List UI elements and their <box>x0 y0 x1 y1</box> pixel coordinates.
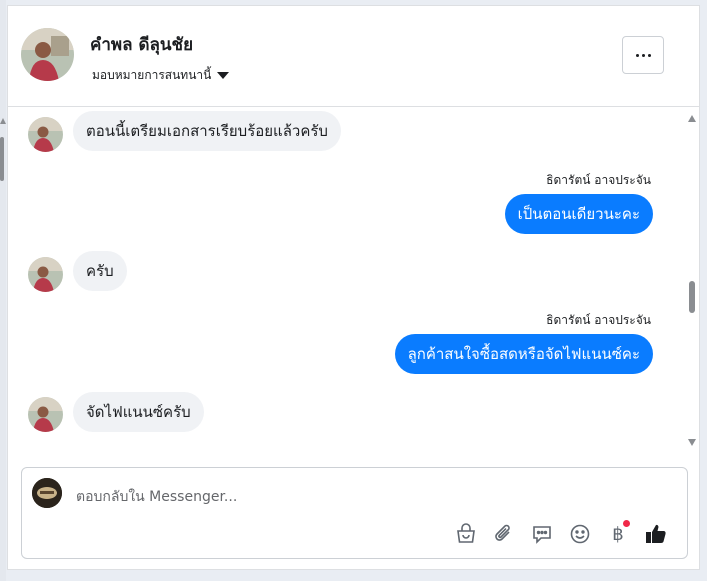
assign-label: มอบหมายการสนทนานี้ <box>92 68 212 82</box>
reply-composer[interactable]: ตอบกลับใน Messenger... ฿ <box>21 467 688 559</box>
thread-scrollbar[interactable] <box>685 107 699 455</box>
more-dots-icon <box>635 53 639 57</box>
caret-down-icon <box>217 72 230 79</box>
scroll-up-arrow[interactable] <box>688 115 696 122</box>
contact-name: คำพล ดีลุนชัย <box>90 35 194 55</box>
contact-avatar-small <box>28 257 63 292</box>
incoming-message: ครับ <box>73 251 127 291</box>
page-avatar <box>32 478 62 508</box>
outgoing-message: ลูกค้าสนใจซื้อสดหรือจัดไฟแนนซ์คะ <box>394 334 653 374</box>
shop-icon[interactable] <box>452 520 480 548</box>
reply-input[interactable]: ตอบกลับใน Messenger... <box>76 486 237 508</box>
incoming-message: จัดไฟแนนซ์ครับ <box>73 392 204 432</box>
baht-payment-icon[interactable]: ฿ <box>604 520 632 548</box>
sender-name: ธิดารัตน์ อาจประจัน <box>546 173 651 187</box>
contact-avatar[interactable] <box>21 28 74 81</box>
notification-dot <box>623 520 630 527</box>
outer-scroll-thumb[interactable] <box>0 137 4 181</box>
outgoing-message: เป็นตอนเดียวนะคะ <box>504 194 653 234</box>
composer-toolbar: ฿ <box>452 520 670 548</box>
contact-avatar-small <box>28 397 63 432</box>
like-icon[interactable] <box>642 520 670 548</box>
scroll-down-arrow[interactable] <box>688 439 696 446</box>
attachment-icon[interactable] <box>490 520 518 548</box>
sender-name: ธิดารัตน์ อาจประจัน <box>546 313 651 327</box>
conversation-panel: คำพล ดีลุนชัย มอบหมายการสนทนานี้ ตอนนี้เ… <box>7 5 700 570</box>
more-options-button[interactable] <box>622 36 664 74</box>
saved-reply-icon[interactable] <box>528 520 556 548</box>
contact-avatar-small <box>28 117 63 152</box>
outer-scrollbar[interactable] <box>0 0 6 581</box>
scroll-thumb[interactable] <box>689 281 695 313</box>
incoming-message: ตอนนี้เตรียมเอกสารเรียบร้อยแล้วครับ <box>73 111 341 151</box>
conversation-header: คำพล ดีลุนชัย มอบหมายการสนทนานี้ <box>8 6 699 107</box>
emoji-icon[interactable] <box>566 520 594 548</box>
outer-scroll-up-arrow[interactable] <box>0 118 6 124</box>
message-thread[interactable]: ตอนนี้เตรียมเอกสารเรียบร้อยแล้วครับ ธิดา… <box>8 107 699 455</box>
assign-conversation-dropdown[interactable]: มอบหมายการสนทนานี้ <box>92 66 230 85</box>
